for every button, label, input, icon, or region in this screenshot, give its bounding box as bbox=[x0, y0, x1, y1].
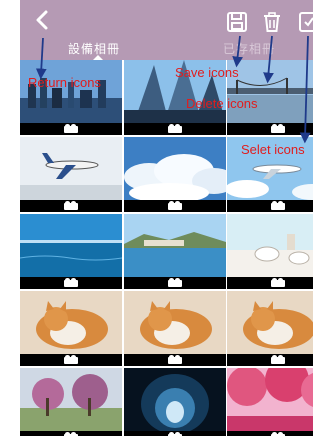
thumbnail-image bbox=[227, 368, 313, 431]
annotation-save: Save icons bbox=[175, 65, 239, 80]
chevron-left-icon[interactable] bbox=[34, 9, 50, 31]
video-camera-icon bbox=[64, 355, 78, 364]
thumbnail-image bbox=[20, 214, 122, 277]
thumbnail-cell[interactable] bbox=[20, 60, 122, 135]
trash-icon[interactable] bbox=[261, 11, 283, 33]
save-icon[interactable] bbox=[226, 11, 248, 33]
video-camera-icon bbox=[64, 432, 78, 436]
annotation-delete: Delete icons bbox=[186, 96, 258, 111]
video-camera-icon bbox=[271, 432, 285, 436]
video-camera-icon bbox=[64, 278, 78, 287]
tab-saved-album[interactable]: 已存相冊 bbox=[223, 40, 275, 57]
thumbnail-image bbox=[124, 214, 226, 277]
thumbnail-image bbox=[20, 368, 122, 431]
thumbnail-image bbox=[124, 291, 226, 354]
video-camera-icon bbox=[168, 355, 182, 364]
annotation-return: Return icons bbox=[28, 75, 101, 90]
thumbnail-image bbox=[20, 291, 122, 354]
video-camera-icon bbox=[168, 124, 182, 133]
annotation-select: Selet icons bbox=[241, 142, 305, 157]
thumbnail-cell[interactable] bbox=[227, 368, 313, 436]
thumbnail-image bbox=[227, 214, 313, 277]
video-camera-icon bbox=[271, 355, 285, 364]
video-camera-icon bbox=[168, 278, 182, 287]
video-camera-icon bbox=[168, 432, 182, 436]
thumbnail-image bbox=[227, 291, 313, 354]
video-camera-icon bbox=[271, 124, 285, 133]
thumbnail-cell[interactable] bbox=[227, 291, 313, 366]
thumbnail-cell[interactable] bbox=[124, 368, 226, 436]
video-camera-icon bbox=[271, 201, 285, 210]
thumbnail-image bbox=[124, 137, 226, 200]
thumbnail-cell[interactable] bbox=[227, 214, 313, 289]
thumbnail-cell[interactable] bbox=[124, 137, 226, 212]
thumbnail-cell[interactable] bbox=[20, 368, 122, 436]
video-camera-icon bbox=[271, 278, 285, 287]
video-camera-icon bbox=[64, 124, 78, 133]
video-camera-icon bbox=[168, 201, 182, 210]
app-window: 設備相冊 已存相冊 bbox=[20, 0, 313, 436]
thumbnail-image bbox=[124, 368, 226, 431]
thumbnail-cell[interactable] bbox=[20, 291, 122, 366]
select-icon[interactable] bbox=[298, 11, 313, 33]
thumbnail-cell[interactable] bbox=[124, 291, 226, 366]
thumbnail-cell[interactable] bbox=[20, 214, 122, 289]
video-camera-icon bbox=[64, 201, 78, 210]
thumbnail-image bbox=[227, 60, 313, 123]
thumbnail-cell[interactable] bbox=[20, 137, 122, 212]
thumbnail-image bbox=[20, 137, 122, 200]
thumbnail-cell[interactable] bbox=[124, 214, 226, 289]
top-app-bar: 設備相冊 已存相冊 bbox=[20, 0, 313, 61]
thumbnail-image bbox=[20, 60, 122, 123]
